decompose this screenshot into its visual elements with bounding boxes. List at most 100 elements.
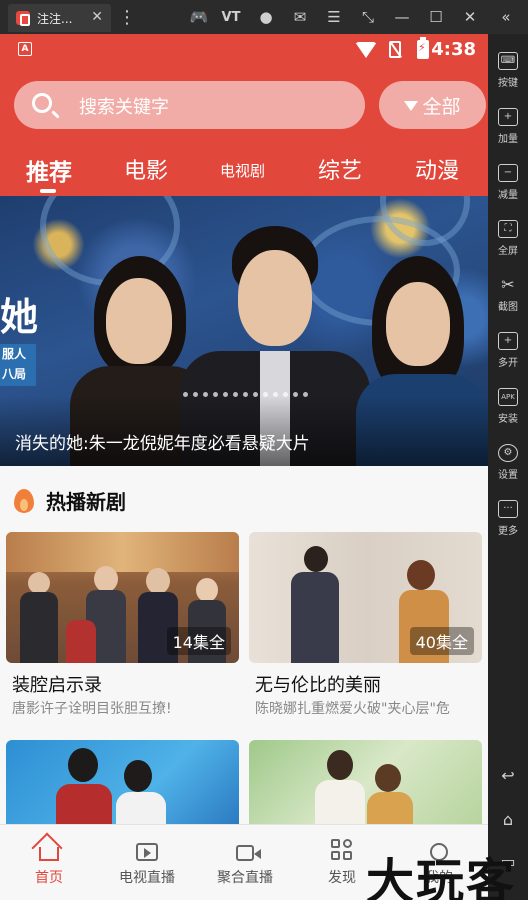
tab-anime[interactable]: 动漫 xyxy=(415,153,459,185)
episode-badge: 40集全 xyxy=(409,627,474,655)
drama-subtitle: 唐影许子诠明目张胆互撩! xyxy=(12,701,172,717)
filter-all-button[interactable]: 全部 xyxy=(379,81,486,129)
thumb-figure xyxy=(124,760,152,792)
hero-banner[interactable]: 她 服人 八局 消失的她:朱一龙倪妮年度必看悬疑大片 xyxy=(0,196,488,466)
emulator-tab-title: 注注... xyxy=(37,11,73,26)
watermark-logo: 大玩客 xyxy=(366,854,517,900)
sidebar-volume-down[interactable]: − 减量 xyxy=(488,156,528,208)
close-icon[interactable]: ✕ xyxy=(459,6,481,28)
emulator-window: 注注... ✕ ⋮ 🎮 VT ● ✉ ☰ ⤡ — ☐ ✕ « ⌨ 按键 + 加量… xyxy=(0,0,528,900)
sidebar-label: 更多 xyxy=(498,525,518,537)
battery-charging-icon xyxy=(417,37,429,59)
nav-label: 聚合直播 xyxy=(217,869,273,886)
status-time: 4:38 xyxy=(431,39,476,60)
nav-tv-live[interactable]: 电视直播 xyxy=(98,825,196,900)
grid-cell xyxy=(343,851,352,860)
multi-instance-icon: + xyxy=(498,331,518,350)
thumb-figure xyxy=(66,620,96,663)
nav-label: 发现 xyxy=(328,870,356,886)
emulator-sidebar: ⌨ 按键 + 加量 − 减量 ⛶ 全屏 ✂ 截图 + 多开 APK 安装 ⚙ 设 xyxy=(488,34,528,900)
collapse-icon[interactable]: « xyxy=(495,6,517,28)
no-sim-icon xyxy=(389,41,401,58)
drama-thumbnail xyxy=(249,740,482,830)
sidebar-more[interactable]: ··· 更多 xyxy=(488,492,528,544)
emulator-title-bar: 注注... ✕ ⋮ 🎮 VT ● ✉ ☰ ⤡ — ☐ ✕ « xyxy=(0,0,528,34)
drama-card[interactable]: 40集全 无与伦比的美丽 陈晓娜扎重燃爱火破"夹心层"危 xyxy=(249,532,482,722)
menu-icon[interactable]: ☰ xyxy=(323,6,345,28)
tab-variety[interactable]: 综艺 xyxy=(318,153,362,185)
thumb-figure xyxy=(94,566,118,592)
search-input[interactable]: 搜索关键字 xyxy=(14,81,365,129)
sidebar-install[interactable]: APK 安装 xyxy=(488,380,528,432)
sidebar-label: 减量 xyxy=(498,189,518,201)
drama-card[interactable] xyxy=(6,740,239,830)
sidebar-keyboard[interactable]: ⌨ 按键 xyxy=(488,44,528,96)
fullscreen-icon: ⛶ xyxy=(498,219,518,238)
sidebar-volume-up[interactable]: + 加量 xyxy=(488,100,528,152)
thumb-ceiling xyxy=(6,532,239,572)
maximize-icon[interactable]: ☐ xyxy=(425,6,447,28)
tab-tv-series[interactable]: 电视剧 xyxy=(220,160,265,181)
nav-label: 首页 xyxy=(35,870,63,886)
thumb-figure xyxy=(327,750,353,780)
more-vertical-icon[interactable]: ⋮ xyxy=(116,6,138,28)
app-icon xyxy=(16,11,30,26)
drama-card[interactable] xyxy=(249,740,482,830)
minimize-icon[interactable]: — xyxy=(391,6,413,28)
mail-icon[interactable]: ✉ xyxy=(289,6,311,28)
filter-icon xyxy=(404,101,419,111)
scissors-icon: ✂ xyxy=(501,275,515,294)
drama-card[interactable]: 14集全 装腔启示录 唐影许子诠明目张胆互撩! xyxy=(6,532,239,722)
thumb-figure xyxy=(375,764,401,792)
thumb-figure xyxy=(196,578,218,602)
nav-home[interactable]: 首页 xyxy=(0,825,98,900)
emulator-tab[interactable]: 注注... ✕ xyxy=(8,4,111,32)
more-icon: ··· xyxy=(498,499,518,518)
nav-aggregate-live[interactable]: 聚合直播 xyxy=(196,825,294,900)
sidebar-label: 加量 xyxy=(498,133,518,145)
thumb-figure xyxy=(28,572,50,594)
home-icon xyxy=(39,847,59,861)
grid-cell xyxy=(343,839,352,848)
wifi-icon xyxy=(355,42,377,58)
gamepad-icon[interactable]: 🎮 xyxy=(188,6,210,28)
phone-screen: A 4:38 搜索关键字 全部 推荐 电影 电视剧 综艺 动漫 xyxy=(0,34,488,900)
thumb-figure xyxy=(315,780,365,830)
status-bar: A 4:38 xyxy=(0,34,488,66)
tab-recommend[interactable]: 推荐 xyxy=(26,153,72,187)
camera-icon xyxy=(236,844,261,861)
sidebar-fullscreen[interactable]: ⛶ 全屏 xyxy=(488,212,528,264)
tv-icon xyxy=(136,843,158,861)
sidebar-label: 安装 xyxy=(498,413,518,425)
section-title: 热播新剧 xyxy=(46,490,126,514)
back-icon[interactable]: ↩ xyxy=(488,760,528,790)
drama-title: 无与伦比的美丽 xyxy=(255,675,381,696)
thumb-figure xyxy=(291,572,339,663)
section-header: 热播新剧 xyxy=(14,486,126,515)
thumb-figure xyxy=(304,546,328,572)
tab-movies[interactable]: 电影 xyxy=(124,153,168,185)
episode-badge: 14集全 xyxy=(166,627,231,655)
tab-close-icon[interactable]: ✕ xyxy=(91,9,103,25)
sidebar-label: 全屏 xyxy=(498,245,518,257)
sidebar-label: 截图 xyxy=(498,301,518,313)
poster-badge: 服人 八局 xyxy=(0,344,36,386)
app-header: 搜索关键字 全部 推荐 电影 电视剧 综艺 动漫 xyxy=(0,66,488,196)
vt-label[interactable]: VT xyxy=(220,6,242,28)
user-icon[interactable]: ● xyxy=(255,6,277,28)
resize-icon[interactable]: ⤡ xyxy=(357,6,379,28)
thumb-figure xyxy=(20,592,58,663)
sidebar-multi[interactable]: + 多开 xyxy=(488,324,528,376)
search-icon xyxy=(32,93,52,113)
sidebar-settings[interactable]: ⚙ 设置 xyxy=(488,436,528,488)
sidebar-label: 设置 xyxy=(498,469,518,481)
apk-icon: APK xyxy=(498,387,518,406)
drama-thumbnail xyxy=(6,740,239,830)
grid-cell xyxy=(331,839,340,848)
notification-badge-icon: A xyxy=(18,42,32,56)
person-face xyxy=(386,282,450,366)
home-icon[interactable]: ⌂ xyxy=(488,804,528,834)
poster-title: 她 xyxy=(0,295,39,339)
thumb-figure xyxy=(407,560,435,590)
sidebar-screenshot[interactable]: ✂ 截图 xyxy=(488,268,528,320)
